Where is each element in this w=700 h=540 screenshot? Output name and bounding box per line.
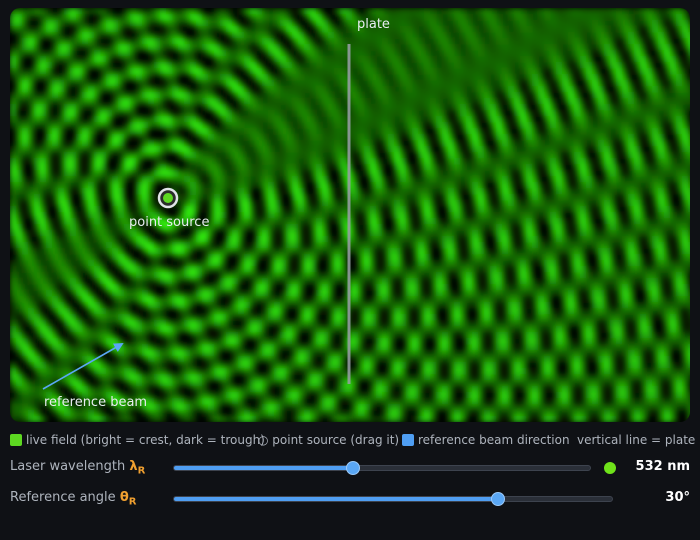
legend-live-field: live field (bright = crest, dark = troug… [10,432,265,448]
angle-slider[interactable] [173,492,613,506]
reference-swatch [402,434,414,446]
legend: live field (bright = crest, dark = troug… [10,432,695,448]
point-source-handle[interactable] [157,187,179,209]
wavelength-symbol: λR [129,459,146,477]
reference-beam-label: reference beam [44,395,148,410]
legend-plate-note: vertical line = plate [577,433,696,447]
wavelength-value: 532 nm [635,459,690,474]
angle-control: Reference angle θR 30° [10,489,690,509]
hologram-simulation-canvas[interactable]: plate point source reference beam [10,8,690,422]
wavelength-slider-thumb[interactable] [345,461,360,475]
interference-field [10,8,690,422]
angle-label: Reference angle θR [10,490,137,508]
point-source-label: point source [129,215,210,230]
wavelength-label: Laser wavelength λR [10,459,146,477]
wavelength-slider-fill [174,466,353,470]
legend-point-source: ○ point source (drag it) [258,433,400,447]
angle-slider-thumb[interactable] [491,492,506,506]
plate-label: plate [357,17,390,32]
wavelength-slider[interactable] [173,461,591,475]
angle-symbol: θR [119,490,137,508]
angle-slider-fill [174,497,499,501]
live-field-swatch [10,434,22,446]
angle-value: 30° [665,490,690,505]
wavelength-color-dot [604,462,616,474]
legend-reference-direction: reference beam direction [402,432,570,448]
wavelength-control: Laser wavelength λR 532 nm [10,458,690,478]
